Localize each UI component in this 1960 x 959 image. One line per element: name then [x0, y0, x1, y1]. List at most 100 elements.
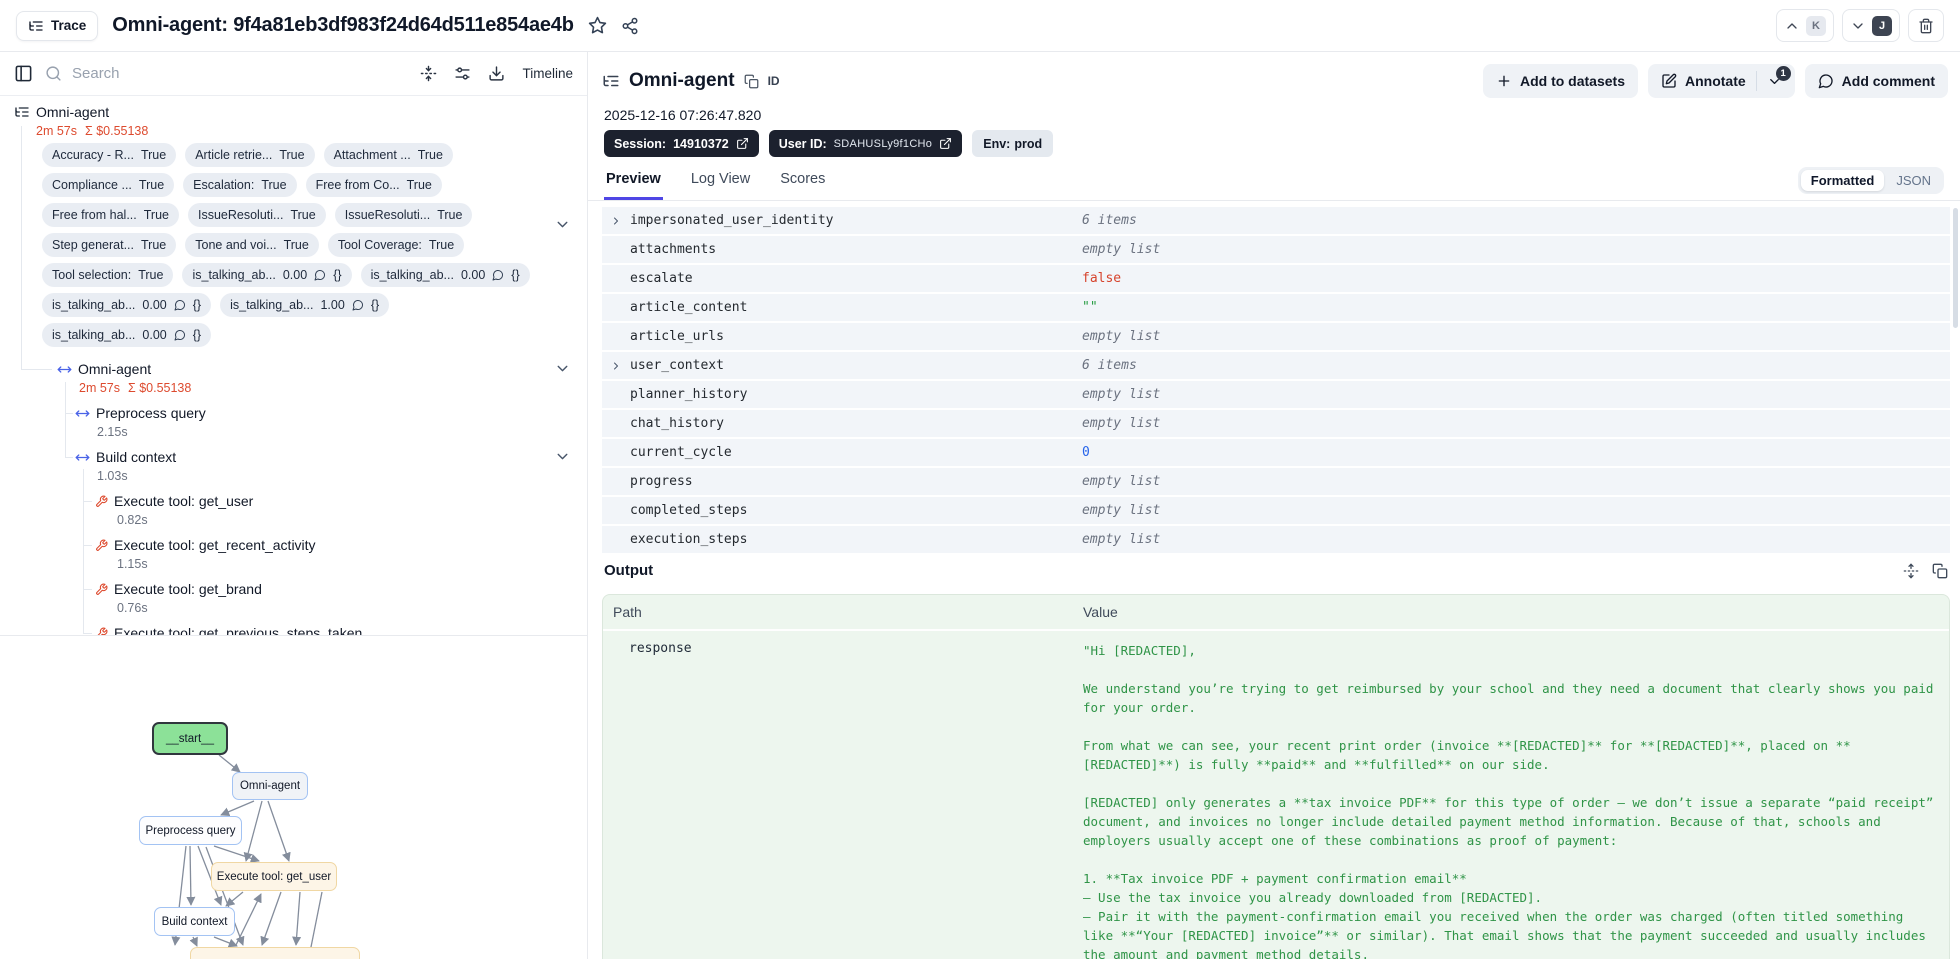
- span-name: Omni-agent: [78, 361, 152, 377]
- format-json[interactable]: JSON: [1886, 170, 1941, 191]
- tab-preview[interactable]: Preview: [604, 168, 663, 200]
- score-label: Article retrie...: [195, 148, 273, 162]
- annotate-dropdown[interactable]: 1: [1767, 65, 1791, 89]
- response-text: "Hi [REDACTED], We understand you’re try…: [1083, 643, 1934, 959]
- graph-node-execute-tool-get-user[interactable]: Execute tool: get_user: [211, 862, 337, 891]
- score-badge[interactable]: Tool Coverage: True: [327, 233, 465, 257]
- tree-span-item[interactable]: Omni-agent 2m 57s Σ $0.55138: [57, 359, 573, 397]
- timeline-toggle[interactable]: Timeline: [522, 66, 573, 81]
- tree-span-item[interactable]: Execute tool: get_brand 0.76s: [95, 579, 573, 617]
- star-icon[interactable]: [588, 16, 607, 35]
- score-badge[interactable]: Free from hal... True: [42, 203, 179, 227]
- trash-icon: [1918, 18, 1934, 34]
- graph-node-build-context[interactable]: Build context: [154, 907, 235, 936]
- score-badge[interactable]: Compliance ... True: [42, 173, 175, 197]
- collapse-chevron-icon[interactable]: [554, 360, 571, 377]
- search-input[interactable]: Search: [45, 65, 408, 82]
- prev-trace-button[interactable]: K: [1776, 9, 1834, 42]
- span-list: Omni-agent 2m 57s Σ $0.55138 Preprocess que…: [14, 359, 573, 635]
- tree-span-item[interactable]: Build context 1.03s: [75, 447, 573, 485]
- plus-icon: [1496, 73, 1512, 89]
- score-label: is_talking_ab...: [52, 328, 136, 342]
- preview-row[interactable]: escalate false: [602, 265, 1950, 292]
- delete-trace-button[interactable]: [1908, 9, 1944, 42]
- graph-node--start-[interactable]: __start__: [152, 722, 228, 755]
- preview-row[interactable]: user_context 6 items: [602, 352, 1950, 379]
- score-badge[interactable]: Free from Co... True: [305, 173, 442, 197]
- scrollbar-thumb[interactable]: [1953, 208, 1958, 328]
- score-badge[interactable]: is_talking_ab... 0.00 {}: [42, 323, 212, 347]
- row-key: completed_steps: [630, 503, 748, 518]
- copy-output-icon[interactable]: [1932, 563, 1948, 579]
- preview-row[interactable]: article_content "": [602, 294, 1950, 321]
- preview-row[interactable]: progress empty list: [602, 468, 1950, 495]
- annotate-button[interactable]: Annotate 1: [1647, 64, 1795, 98]
- score-suffix: {}: [192, 328, 202, 342]
- tree-span-item[interactable]: Execute tool: get_recent_activity 1.15s: [95, 535, 573, 573]
- next-trace-button[interactable]: J: [1842, 9, 1900, 42]
- span-name: Preprocess query: [96, 405, 206, 421]
- copy-id-icon[interactable]: [744, 74, 759, 89]
- graph-node-preprocess-query[interactable]: Preprocess query: [139, 816, 242, 845]
- download-icon[interactable]: [488, 65, 505, 82]
- search-icon: [45, 65, 62, 82]
- score-badges: Accuracy - R... True Article retrie... True…: [42, 143, 573, 353]
- button-divider: [1755, 71, 1757, 91]
- tree-span-item[interactable]: Execute tool: get_user 0.82s: [95, 491, 573, 529]
- score-badge[interactable]: Tool selection: True: [42, 263, 174, 287]
- score-badge[interactable]: Article retrie... True: [185, 143, 315, 167]
- chevron-right-icon[interactable]: [610, 360, 630, 372]
- panel-left-icon[interactable]: [14, 64, 33, 83]
- score-badge[interactable]: Escalation: True: [183, 173, 297, 197]
- score-badge[interactable]: Attachment ... True: [323, 143, 453, 167]
- row-key: article_content: [630, 300, 748, 315]
- score-badge[interactable]: is_talking_ab... 0.00 {}: [360, 263, 530, 287]
- score-badge[interactable]: is_talking_ab... 1.00 {}: [220, 293, 390, 317]
- comment-icon: [492, 269, 504, 281]
- graph-node-partial[interactable]: [190, 947, 360, 959]
- preview-row[interactable]: article_urls empty list: [602, 323, 1950, 350]
- score-badge[interactable]: Step generat... True: [42, 233, 177, 257]
- preview-row[interactable]: planner_history empty list: [602, 381, 1950, 408]
- collapse-chevron-icon[interactable]: [554, 448, 571, 465]
- preview-row[interactable]: impersonated_user_identity 6 items: [602, 207, 1950, 234]
- tab-log-view[interactable]: Log View: [689, 168, 752, 200]
- format-formatted[interactable]: Formatted: [1800, 170, 1885, 191]
- row-value: empty list: [1082, 474, 1161, 489]
- span-duration: 1.15s: [117, 555, 573, 573]
- badge-row: Free from hal... True IssueResoluti... True…: [42, 203, 573, 233]
- settings-sliders-icon[interactable]: [454, 65, 471, 82]
- tree-span-item[interactable]: Execute tool: get_previous_steps_taken1.…: [95, 623, 573, 635]
- score-suffix: {}: [370, 298, 380, 312]
- preview-row[interactable]: current_cycle 0: [602, 439, 1950, 466]
- session-badge[interactable]: Session: 14910372: [604, 130, 759, 157]
- preview-row[interactable]: chat_history empty list: [602, 410, 1950, 437]
- score-value: True: [138, 268, 164, 282]
- score-badge[interactable]: Tone and voi... True: [185, 233, 319, 257]
- score-badge[interactable]: IssueResoluti... True: [334, 203, 473, 227]
- tree-guide: [83, 633, 92, 634]
- add-to-datasets-button[interactable]: Add to datasets: [1482, 64, 1638, 98]
- score-badge[interactable]: Accuracy - R... True: [42, 143, 177, 167]
- output-row-response[interactable]: response "Hi [REDACTED], We understand y…: [603, 631, 1949, 959]
- preview-row[interactable]: completed_steps empty list: [602, 497, 1950, 524]
- score-badge[interactable]: is_talking_ab... 0.00 {}: [42, 293, 212, 317]
- fold-vertical-icon[interactable]: [420, 65, 437, 82]
- user-id-badge[interactable]: User ID: SDAHUSLy9f1CHo: [768, 130, 963, 157]
- tab-scores[interactable]: Scores: [778, 168, 827, 200]
- root-span-name: Omni-agent: [36, 104, 110, 120]
- graph-node-omni-agent[interactable]: Omni-agent: [232, 772, 308, 800]
- share-icon[interactable]: [621, 17, 639, 35]
- unfold-vertical-icon[interactable]: [1903, 563, 1919, 579]
- score-value: 0.00: [282, 268, 308, 282]
- duration-value: 1.15s: [117, 557, 148, 571]
- tree-root-item[interactable]: Omni-agent 2m 57s Σ $0.55138 Accuracy - …: [14, 102, 573, 353]
- preview-row[interactable]: execution_steps empty list: [602, 526, 1950, 553]
- chevron-right-icon[interactable]: [610, 215, 630, 227]
- score-badge[interactable]: IssueResoluti... True: [188, 203, 326, 227]
- collapse-chevron-icon[interactable]: [554, 216, 571, 233]
- score-badge[interactable]: is_talking_ab... 0.00 {}: [182, 263, 352, 287]
- add-comment-button[interactable]: Add comment: [1804, 64, 1948, 98]
- tree-span-item[interactable]: Preprocess query 2.15s: [75, 403, 573, 441]
- preview-row[interactable]: attachments empty list: [602, 236, 1950, 263]
